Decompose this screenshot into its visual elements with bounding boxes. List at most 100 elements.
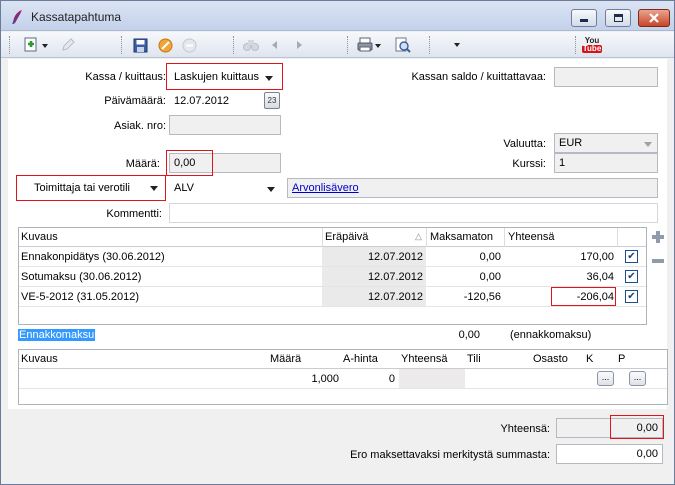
- col-kuvaus[interactable]: Kuvaus: [21, 353, 58, 365]
- edit-button[interactable]: [59, 36, 77, 54]
- toimittaja-name-field: Arvonlisävero: [287, 178, 658, 198]
- highlight-maara: [166, 150, 213, 176]
- new-icon: [24, 37, 48, 52]
- toolbar-separator: [121, 36, 122, 54]
- col-tili[interactable]: Tili: [467, 353, 481, 365]
- toimittaja-select[interactable]: ALV: [169, 178, 281, 198]
- kommentti-label: Kommentti:: [106, 208, 162, 220]
- valuutta-label: Valuutta:: [503, 138, 546, 150]
- print-icon: [357, 37, 381, 52]
- window-title: Kassatapahtuma: [31, 10, 122, 24]
- yhteensa-label: Yhteensä:: [500, 423, 550, 435]
- paivamaara-label: Päivämäärä:: [104, 95, 166, 107]
- prev-button[interactable]: [267, 36, 281, 54]
- asiak-label: Asiak. nro:: [114, 120, 166, 132]
- toolbar-separator: [347, 36, 348, 54]
- lines-header: Kuvaus Määrä A-hinta Yhteensä Tili Osast…: [19, 350, 667, 369]
- saldo-label: Kassan saldo / kuittattavaa:: [411, 71, 546, 83]
- paivamaara-value: 12.07.2012: [174, 95, 230, 107]
- col-ahinta[interactable]: A-hinta: [343, 353, 378, 365]
- saldo-field: [554, 67, 658, 87]
- kommentti-input[interactable]: [169, 203, 658, 223]
- line-yhteensa: [399, 369, 465, 388]
- row-erapaiva: 12.07.2012: [367, 291, 423, 303]
- prev-icon: [272, 41, 277, 49]
- advance-row: Ennakkomaksu 0,00 (ennakkomaksu): [18, 325, 668, 349]
- find-button[interactable]: [241, 36, 261, 54]
- kurssi-field: 1: [554, 153, 658, 173]
- table-row[interactable]: Ennakonpidätys (30.06.2012) 12.07.2012 0…: [19, 247, 646, 267]
- minimize-button[interactable]: [571, 9, 597, 27]
- more-button[interactable]: [450, 36, 464, 54]
- toolbar-separator: [575, 36, 576, 54]
- app-icon: [10, 9, 24, 25]
- cancel-icon: [158, 38, 172, 52]
- col-kuvaus[interactable]: Kuvaus: [21, 231, 58, 243]
- lines-table: Kuvaus Määrä A-hinta Yhteensä Tili Osast…: [18, 349, 668, 405]
- maximize-button[interactable]: [605, 9, 631, 27]
- edit-icon: [62, 38, 75, 51]
- maara-label: Määrä:: [125, 158, 160, 170]
- row-checkbox[interactable]: ✔: [625, 270, 638, 283]
- close-button[interactable]: [638, 9, 670, 27]
- row-checkbox[interactable]: ✔: [625, 250, 638, 263]
- col-maksamaton[interactable]: Maksamaton: [430, 231, 493, 243]
- title-bar: Kassatapahtuma: [1, 1, 674, 31]
- preview-button[interactable]: [394, 36, 412, 54]
- next-button[interactable]: [293, 36, 307, 54]
- maximize-icon: [613, 14, 623, 22]
- toolbar-separator: [429, 36, 430, 54]
- toimittaja-value: ALV: [174, 182, 194, 194]
- col-yhteensa[interactable]: Yhteensä: [401, 353, 447, 365]
- totals-area: Yhteensä: 0,00 Ero maksettavaksi merkity…: [8, 409, 667, 480]
- highlight-yhteensa-total: [610, 415, 664, 439]
- toolbar-grip: [9, 36, 10, 54]
- youtube-button[interactable]: You Tube: [581, 36, 603, 54]
- chevron-down-icon: [644, 142, 652, 147]
- invoices-header: Kuvaus Eräpäivä △ Maksamaton Yhteensä: [19, 228, 646, 247]
- next-icon: [297, 41, 302, 49]
- youtube-icon: You Tube: [581, 36, 603, 53]
- line-ahinta[interactable]: 0: [343, 373, 395, 385]
- p-browse-button[interactable]: ...: [629, 371, 646, 386]
- line-maara[interactable]: 1,000: [269, 373, 339, 385]
- row-maksamaton: 0,00: [479, 251, 501, 263]
- table-row[interactable]: 1,000 0 ... ...: [19, 369, 667, 389]
- col-p[interactable]: P: [618, 353, 625, 365]
- remove-row-button[interactable]: [651, 256, 665, 264]
- row-checkbox[interactable]: ✔: [625, 290, 638, 303]
- preview-icon: [395, 37, 411, 53]
- add-row-button[interactable]: [651, 230, 665, 244]
- col-k[interactable]: K: [586, 353, 593, 365]
- invoices-table: Kuvaus Eräpäivä △ Maksamaton Yhteensä En…: [18, 227, 647, 325]
- highlight-toimittaja: [16, 175, 166, 201]
- col-yhteensa[interactable]: Yhteensä: [508, 231, 554, 243]
- delete-button[interactable]: [180, 36, 198, 54]
- highlight-yhteensa-row: [551, 287, 616, 306]
- find-icon: [243, 40, 259, 51]
- new-button[interactable]: [23, 36, 51, 54]
- calendar-button[interactable]: 23: [264, 92, 280, 109]
- asiak-input[interactable]: [169, 115, 281, 135]
- save-button[interactable]: [131, 36, 149, 54]
- print-button[interactable]: [356, 36, 384, 54]
- row-kuvaus: Ennakonpidätys (30.06.2012): [21, 251, 165, 263]
- form-content: Kassa / kuittaus: Laskujen kuittaus Kass…: [8, 59, 668, 480]
- kurssi-label: Kurssi:: [512, 158, 546, 170]
- row-kuvaus: Sotumaksu (30.06.2012): [21, 271, 142, 283]
- more-icon: [454, 43, 460, 47]
- minimize-icon: [580, 19, 588, 22]
- valuutta-select[interactable]: EUR: [554, 133, 658, 153]
- toimittaja-link[interactable]: Arvonlisävero: [292, 182, 359, 194]
- advance-note: (ennakkomaksu): [510, 329, 592, 341]
- advance-label[interactable]: Ennakkomaksu: [18, 329, 96, 341]
- save-icon: [133, 38, 147, 52]
- toolbar: You Tube: [1, 32, 674, 58]
- cancel-button[interactable]: [156, 36, 174, 54]
- col-erapaiva[interactable]: Eräpäivä: [325, 231, 368, 243]
- col-osasto[interactable]: Osasto: [533, 353, 568, 365]
- k-browse-button[interactable]: ...: [597, 371, 614, 386]
- table-row[interactable]: Sotumaksu (30.06.2012) 12.07.2012 0,00 3…: [19, 267, 646, 287]
- ero-field: 0,00: [556, 444, 663, 464]
- col-maara[interactable]: Määrä: [270, 353, 301, 365]
